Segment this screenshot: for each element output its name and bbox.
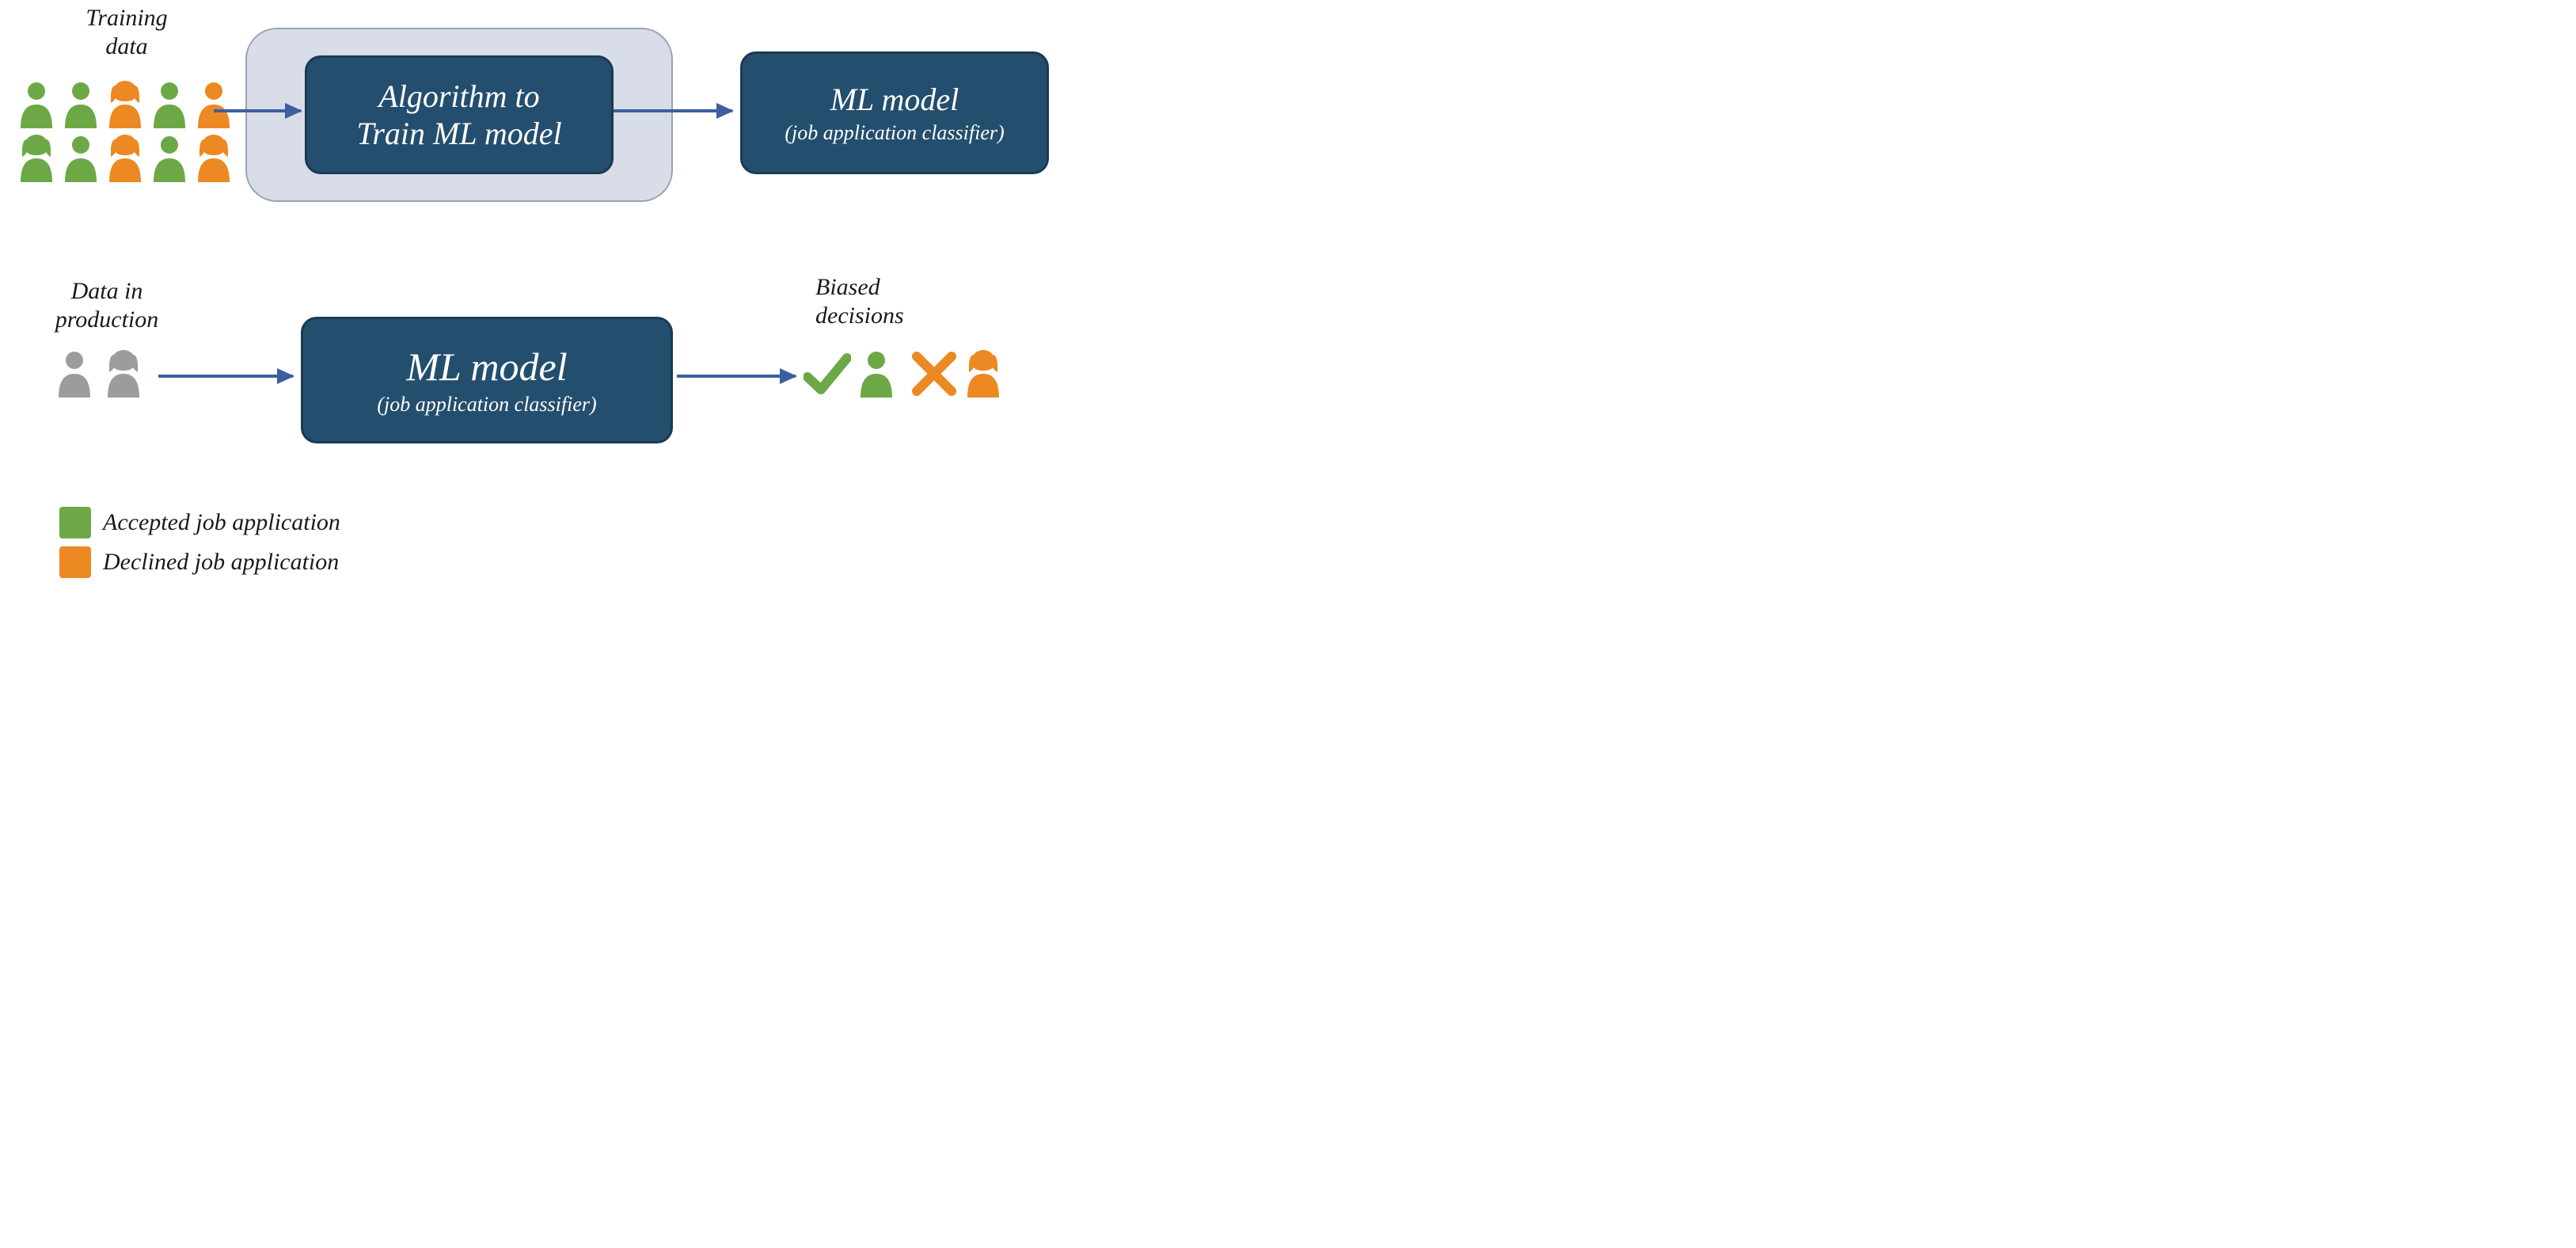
training-data-label: Training data <box>63 4 190 61</box>
result-accepted <box>804 348 897 398</box>
male-person-icon <box>60 133 101 182</box>
legend-declined-text: Declined job application <box>103 548 435 576</box>
female-person-icon <box>104 133 146 182</box>
ml-model-sub-top: (job application classifier) <box>785 121 1004 145</box>
male-person-icon <box>856 348 897 398</box>
ml-model-sub-bottom: (job application classifier) <box>377 393 596 417</box>
cross-icon <box>910 350 958 398</box>
male-person-icon <box>54 348 95 398</box>
algorithm-box: Algorithm to Train ML model <box>305 55 614 174</box>
algorithm-box-text: Algorithm to Train ML model <box>356 78 561 152</box>
female-person-icon <box>963 348 1004 398</box>
female-person-icon <box>16 133 57 182</box>
production-people-row <box>54 348 144 398</box>
male-person-icon <box>149 79 190 128</box>
female-person-icon <box>193 133 234 182</box>
legend-declined-swatch <box>59 546 91 578</box>
result-declined <box>910 348 1004 398</box>
training-people-grid <box>16 79 234 182</box>
check-icon <box>804 350 851 398</box>
male-person-icon <box>149 133 190 182</box>
production-data-label: Data in production <box>36 277 178 334</box>
female-person-icon <box>103 348 144 398</box>
legend-accepted-text: Accepted job application <box>103 508 435 537</box>
male-person-icon <box>60 79 101 128</box>
male-person-icon <box>16 79 57 128</box>
ml-model-box-top: ML model (job application classifier) <box>740 51 1049 174</box>
female-person-icon <box>104 79 146 128</box>
ml-model-title-top: ML model <box>830 81 959 118</box>
male-person-icon <box>193 79 234 128</box>
legend-accepted-swatch <box>59 507 91 538</box>
ml-model-title-bottom: ML model <box>406 344 567 390</box>
ml-model-box-bottom: ML model (job application classifier) <box>301 317 673 443</box>
biased-decisions-label: Biased decisions <box>815 273 934 330</box>
